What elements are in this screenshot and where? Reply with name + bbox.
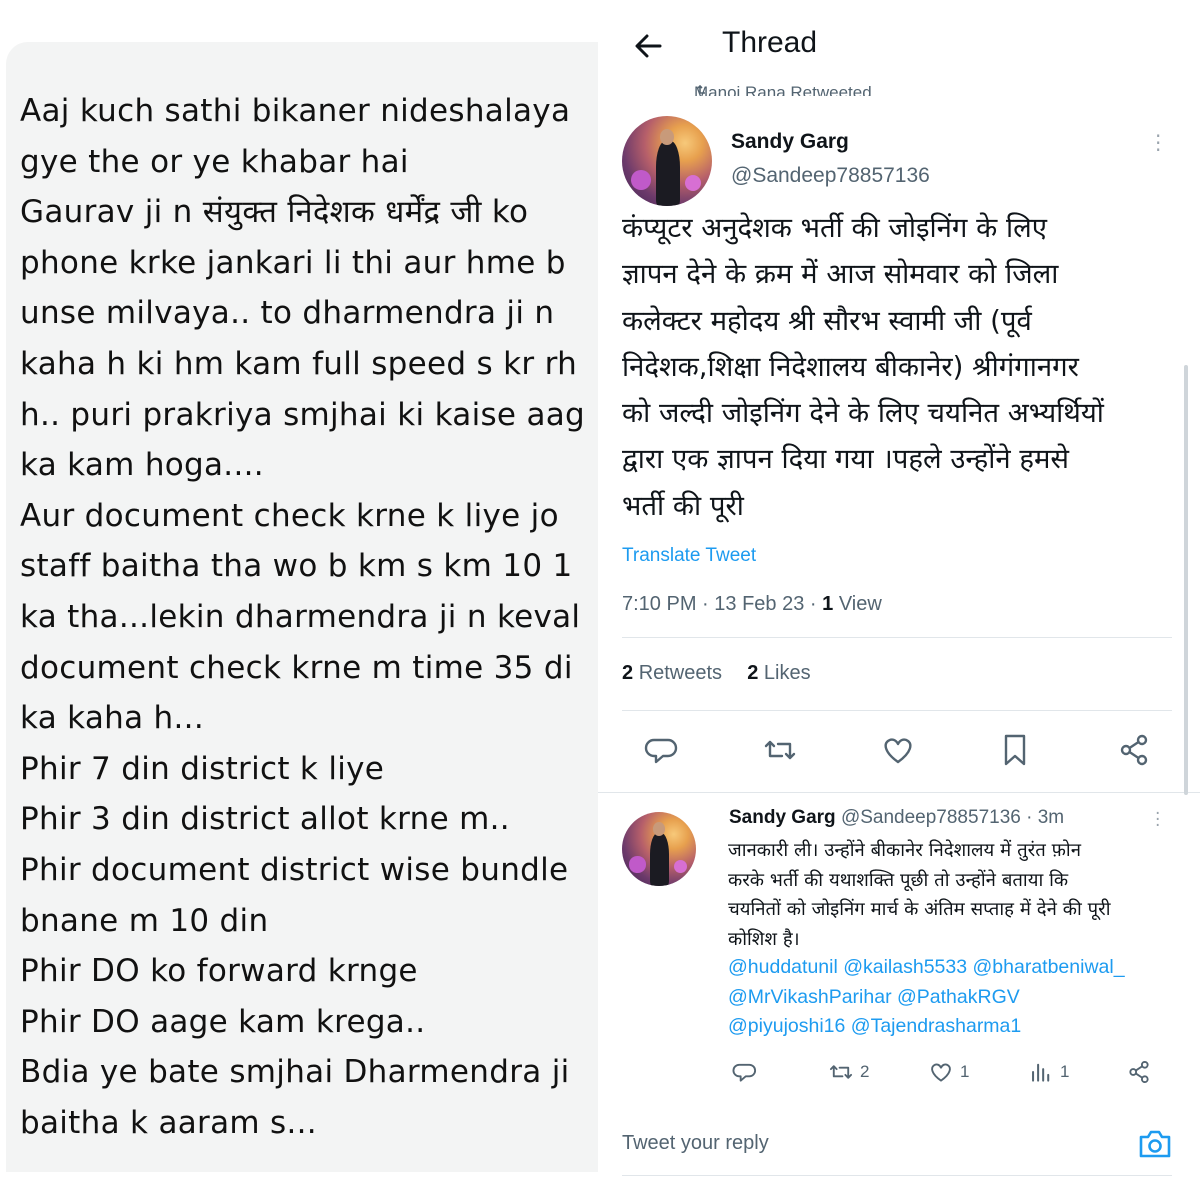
reply-retweet-button[interactable]: 2 <box>828 1058 869 1086</box>
text-line: Phir 7 din district k liye <box>20 750 385 787</box>
views-label: View <box>838 593 882 615</box>
divider <box>622 1175 1172 1176</box>
screenshot-text: Aaj kuch sathi bikaner nideshalaya gye t… <box>20 86 598 1148</box>
text-line: document check krne m time 35 di <box>20 649 573 686</box>
reply-like-count: 1 <box>960 1062 970 1081</box>
author-name[interactable]: Sandy Garg <box>731 130 849 154</box>
reply-icon[interactable] <box>644 732 680 768</box>
text-line: Bdia ye bate smjhai Dharmendra ji <box>20 1054 570 1091</box>
reply-share-button[interactable] <box>1126 1058 1158 1086</box>
mention-link[interactable]: @huddatunil @kailash5533 @bharatbeniwal_ <box>728 953 1125 983</box>
tweet-text-line: द्वारा एक ज्ञापन दिया गया ।पहले उन्होंने… <box>622 443 1070 476</box>
reply-header: Sandy Garg @Sandeep78857136 · 3m <box>729 807 1064 829</box>
reply-text-line: चयनितों को जोइनिंग मार्च के अंतिम सप्ताह… <box>728 899 1111 920</box>
more-options-icon[interactable]: · · · <box>1155 806 1160 835</box>
text-line: phone krke jankari li thi aur hme b <box>20 244 566 281</box>
tweet-date[interactable]: 13 Feb 23 <box>714 593 804 615</box>
camera-icon[interactable] <box>1138 1128 1172 1160</box>
reply-views-count: 1 <box>1060 1062 1070 1081</box>
share-icon[interactable] <box>1116 732 1152 768</box>
author-handle[interactable]: @Sandeep78857136 <box>731 164 930 188</box>
tweet-time[interactable]: 7:10 PM <box>622 593 696 615</box>
mentions: @huddatunil @kailash5533 @bharatbeniwal_… <box>728 953 1125 1042</box>
reply-age: · 3m <box>1026 807 1065 828</box>
text-line: kaha h ki hm kam full speed s kr rh <box>20 345 578 382</box>
retweets-stat[interactable]: 2 Retweets <box>622 662 722 684</box>
text-line: ka tha...lekin dharmendra ji n keval <box>20 598 581 635</box>
mention-link[interactable]: @piyujoshi16 @Tajendrasharma1 <box>728 1012 1125 1042</box>
like-icon[interactable] <box>880 732 916 768</box>
avatar[interactable] <box>622 812 696 886</box>
text-line: staff baitha tha wo b km s km 10 1 <box>20 548 573 585</box>
text-line: Gaurav ji n संयुक्त निदेशक धर्मेंद्र जी … <box>20 194 529 231</box>
text-line: Phir DO ko forward krnge <box>20 953 418 990</box>
reply-text-line: कोशिश है। <box>728 928 800 950</box>
text-line: h.. puri prakriya smjhai ki kaise aag <box>20 396 586 433</box>
views-count: 1 <box>822 593 834 615</box>
share-icon <box>1129 1060 1149 1084</box>
text-line: bnane m 10 din <box>20 902 269 939</box>
scrollbar[interactable] <box>1184 365 1188 795</box>
tweet-text-line: ज्ञापन देने के क्रम में आज सोमवार को जिल… <box>622 258 1059 291</box>
reply-input[interactable]: Tweet your reply <box>622 1132 769 1155</box>
text-line: Phir 3 din district allot krne m.. <box>20 801 510 838</box>
reply-reply-button[interactable] <box>732 1058 764 1086</box>
reply-author-handle[interactable]: @Sandeep78857136 <box>841 807 1021 828</box>
translate-tweet-link[interactable]: Translate Tweet <box>622 545 756 567</box>
text-line: Phir DO aage kam krega.. <box>20 1003 426 1040</box>
engagement-stats: 2 Retweets 2 Likes <box>622 662 811 685</box>
text-line: Phir document district wise bundle <box>20 851 569 888</box>
reply-text: जानकारी ली। उन्होंने बीकानेर निदेशालय मे… <box>728 836 1110 954</box>
retweeted-by-label[interactable]: Manoj Rana Retweeted <box>694 80 872 96</box>
tweet-meta: 7:10 PM · 13 Feb 23 · 1 View <box>622 593 882 615</box>
tweet-text-line: कंप्यूटर अनुदेशक भर्ती की जोइनिंग के लिए <box>622 212 1047 244</box>
more-options-icon[interactable]: · · · <box>1155 126 1161 160</box>
likes-stat[interactable]: 2 Likes <box>747 662 810 684</box>
reply-icon <box>732 1063 757 1082</box>
reply-views-button[interactable]: 1 <box>1028 1058 1069 1086</box>
tweet-text-line: भर्ती की पूरी <box>622 489 744 522</box>
thread-header: Thread <box>598 0 1200 90</box>
avatar[interactable] <box>622 116 712 206</box>
mention-link[interactable]: @MrVikashParihar @PathakRGV <box>728 983 1125 1013</box>
screenshot-text-panel: Aaj kuch sathi bikaner nideshalaya gye t… <box>6 42 598 1172</box>
text-line: Aaj kuch sathi bikaner nideshalaya <box>20 93 571 129</box>
divider <box>598 792 1200 793</box>
reply-text-line: जानकारी ली। उन्होंने बीकानेर निदेशालय मे… <box>728 840 1081 861</box>
tweet-text-line: कलेक्टर महोदय श्री सौरभ स्वामी जी (पूर्व <box>622 304 1032 337</box>
like-icon <box>931 1063 951 1082</box>
arrow-left-icon[interactable] <box>632 30 664 62</box>
text-line: ka kam hoga.... <box>20 447 264 484</box>
text-line: baitha k aaram s... <box>20 1104 317 1141</box>
text-line: unse milvaya.. to dharmendra ji n <box>20 295 555 332</box>
page-title: Thread <box>722 26 818 59</box>
views-chart-icon <box>1032 1063 1050 1082</box>
thread-view: Thread Manoj Rana Retweeted Sandy Garg @… <box>598 0 1200 1200</box>
reply-like-button[interactable]: 1 <box>928 1058 969 1086</box>
reply-text-line: करके भर्ती की यथाशक्ति पूछी तो उन्होंने … <box>728 869 1069 891</box>
divider <box>622 637 1172 638</box>
retweet-icon[interactable] <box>762 732 798 768</box>
text-line: gye the or ye khabar hai <box>20 143 409 180</box>
reply-author-name[interactable]: Sandy Garg <box>729 807 836 828</box>
text-line: ka kaha h... <box>20 700 204 737</box>
divider <box>622 710 1172 711</box>
text-line: Aur document check krne k liye jo <box>20 497 559 534</box>
tweet-text: कंप्यूटर अनुदेशक भर्ती की जोइनिंग के लिए… <box>622 205 1192 529</box>
tweet-text-line: को जल्दी जोइनिंग देने के लिए चयनित अभ्यर… <box>622 397 1104 430</box>
retweet-icon <box>829 1065 853 1079</box>
tweet-text-line: निदेशक,शिक्षा निदेशालय बीकानेर) श्रीगंगा… <box>622 350 1079 383</box>
reply-retweet-count: 2 <box>860 1062 870 1081</box>
bookmark-icon[interactable] <box>998 732 1034 768</box>
reply-composer: Tweet your reply <box>598 1100 1200 1190</box>
